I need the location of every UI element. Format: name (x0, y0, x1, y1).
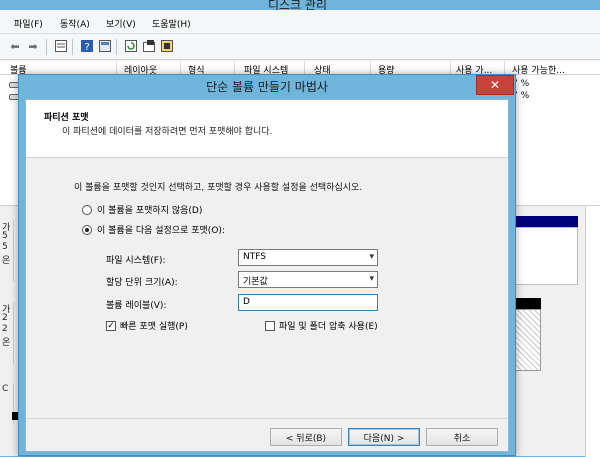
dialog-title: 단순 볼륨 만들기 마법사 (206, 80, 328, 94)
partition-header-bar (515, 298, 541, 309)
partition-box[interactable] (515, 227, 578, 285)
back-arrow-icon[interactable]: ⬅ (8, 39, 22, 53)
radio-button[interactable] (82, 204, 92, 215)
header-title: 파티션 포맷 (44, 113, 89, 123)
menu-view[interactable]: 보기(V) (106, 17, 136, 30)
window-title: 디스크 관리 (268, 0, 328, 10)
help-icon[interactable]: ? (80, 39, 94, 53)
toolbar: ⬅ ➡ ? (0, 34, 600, 60)
volume-label-input[interactable]: D (238, 294, 378, 311)
menu-file[interactable]: 파일(F) (14, 17, 43, 30)
back-button[interactable]: < 뒤로(B) (270, 428, 342, 446)
radio-label: 이 볼륨을 포맷하지 않음(D) (97, 206, 203, 216)
header-subtitle: 이 파티션에 데이터를 저장하려면 먼저 포맷해야 합니다. (62, 127, 273, 137)
selected-partition[interactable] (515, 309, 541, 371)
filesystem-value: NTFS (243, 252, 266, 262)
chevron-down-icon: ▾ (369, 252, 374, 262)
compression-checkbox[interactable] (265, 320, 275, 331)
next-button[interactable]: 다음(N) > (348, 428, 420, 446)
properties-icon[interactable] (98, 39, 112, 53)
filesystem-select[interactable]: NTFS ▾ (238, 249, 378, 266)
volume-label-label: 볼륨 레이블(V): (106, 301, 167, 311)
radio-button-selected[interactable] (82, 224, 92, 235)
alloc-unit-select[interactable]: 기본값 ▾ (238, 271, 378, 288)
list-view-icon[interactable] (54, 39, 68, 53)
disk-0-label[interactable]: 가55온 (0, 220, 14, 282)
settings-icon[interactable] (142, 39, 156, 53)
refresh-icon[interactable] (124, 39, 138, 53)
svg-text:?: ? (85, 42, 90, 52)
dialog-body: 파티션 포맷 이 파티션에 데이터를 저장하려면 먼저 포맷해야 합니다. 이 … (25, 99, 509, 452)
instruction-text: 이 볼륨을 포맷할 것인지 선택하고, 포맷할 경우 사용할 설정을 선택하십시… (74, 183, 363, 193)
quick-format-checkbox-row[interactable]: ✓ 빠른 포맷 실행(P) (106, 319, 188, 332)
radio-label: 이 볼륨을 다음 설정으로 포맷(O): (97, 226, 225, 236)
compression-label: 파일 및 폴더 압축 사용(E) (279, 322, 378, 332)
compression-checkbox-row[interactable]: 파일 및 폴더 압축 사용(E) (265, 319, 378, 332)
menu-bar: 파일(F) 동작(A) 보기(V) 도움말(H) (0, 10, 600, 34)
quick-format-label: 빠른 포맷 실행(P) (120, 322, 188, 332)
forward-arrow-icon[interactable]: ➡ (26, 39, 40, 53)
quick-format-checkbox[interactable]: ✓ (106, 320, 116, 331)
radio-no-format[interactable]: 이 볼륨을 포맷하지 않음(D) (82, 203, 202, 216)
vertical-scrollbar[interactable] (585, 206, 600, 457)
close-button[interactable]: ✕ (476, 75, 514, 95)
console-icon[interactable] (160, 39, 174, 53)
alloc-unit-value: 기본값 (243, 277, 268, 287)
menu-help[interactable]: 도움말(H) (152, 17, 191, 30)
disk-1-label[interactable]: 가22온 (0, 302, 14, 364)
volume-label-value: D (243, 297, 250, 307)
radio-format[interactable]: 이 볼륨을 다음 설정으로 포맷(O): (82, 223, 225, 236)
chevron-down-icon: ▾ (369, 274, 374, 284)
footer-divider (26, 418, 508, 419)
volume-column-header: 볼륨 레이아웃 형식 파일 시스템 상태 용량 사용 가... 사용 가능한..… (0, 61, 600, 76)
window-titlebar[interactable]: 디스크 관리 (0, 0, 600, 10)
cancel-button[interactable]: 취소 (426, 428, 498, 446)
new-simple-volume-wizard: 단순 볼륨 만들기 마법사 ✕ 파티션 포맷 이 파티션에 데이터를 저장하려면… (18, 74, 516, 456)
alloc-unit-label: 할당 단위 크기(A): (106, 278, 178, 288)
wizard-header: 파티션 포맷 이 파티션에 데이터를 저장하려면 먼저 포맷해야 합니다. (26, 100, 508, 158)
menu-action[interactable]: 동작(A) (60, 17, 90, 30)
partition-header-bar (515, 216, 578, 227)
filesystem-label: 파일 시스템(F): (106, 256, 166, 266)
